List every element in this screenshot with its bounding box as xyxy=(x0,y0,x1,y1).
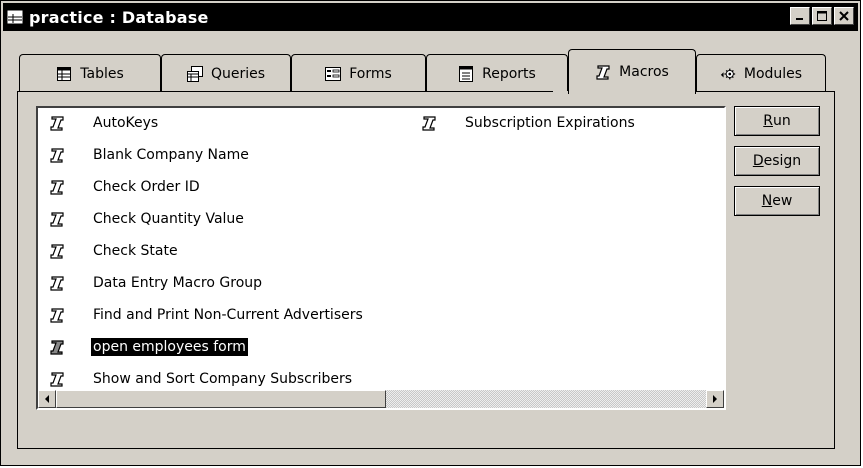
maximize-icon xyxy=(817,11,827,21)
query-icon xyxy=(186,65,203,82)
macro-icon xyxy=(48,242,66,260)
minimize-icon xyxy=(796,18,803,20)
database-window-icon[interactable] xyxy=(7,9,23,25)
list-item-label: Check Order ID xyxy=(93,179,200,195)
list-item[interactable]: Check Order ID xyxy=(48,176,202,198)
list-item-label: Subscription Expirations xyxy=(465,115,635,131)
database-window: practice : Database Tables Queries Forms… xyxy=(0,0,861,466)
list-item-label: Data Entry Macro Group xyxy=(93,275,263,291)
report-icon xyxy=(458,65,474,82)
title-bar[interactable]: practice : Database xyxy=(3,3,858,31)
list-item-label: AutoKeys xyxy=(93,115,159,131)
tab-label: Macros xyxy=(619,64,669,80)
list-item[interactable]: AutoKeys xyxy=(48,112,160,134)
scroll-right-button[interactable] xyxy=(706,390,724,408)
horizontal-scrollbar[interactable] xyxy=(38,390,724,408)
list-item[interactable]: Find and Print Non-Current Advertisers xyxy=(48,304,365,326)
design-label-rest: esign xyxy=(763,153,802,169)
list-item-selected[interactable]: open employees form xyxy=(48,336,248,358)
list-item[interactable]: Check Quantity Value xyxy=(48,208,246,230)
list-item-label: Find and Print Non-Current Advertisers xyxy=(93,307,363,323)
list-item[interactable]: Check State xyxy=(48,240,180,262)
form-icon xyxy=(325,66,342,82)
macro-icon xyxy=(420,114,438,132)
window-title: practice : Database xyxy=(29,7,209,27)
maximize-button[interactable] xyxy=(812,7,832,25)
close-button[interactable] xyxy=(834,7,854,25)
list-item-label: Blank Company Name xyxy=(93,147,249,163)
macro-icon xyxy=(48,114,66,132)
tab-forms[interactable]: Forms xyxy=(291,54,426,92)
macro-icon xyxy=(48,306,66,324)
scroll-right-arrow-icon xyxy=(713,395,717,403)
macro-list[interactable]: AutoKeys Blank Company Name Check Order … xyxy=(36,106,726,410)
list-item-label: open employees form xyxy=(91,338,248,356)
scroll-left-arrow-icon xyxy=(45,395,49,403)
new-button[interactable]: New xyxy=(734,186,820,216)
module-icon xyxy=(720,66,736,82)
list-item-label: Show and Sort Company Subscribers xyxy=(93,371,353,387)
tab-label: Forms xyxy=(349,65,392,82)
tab-macros[interactable]: Macros xyxy=(568,49,696,94)
list-item[interactable]: Show and Sort Company Subscribers xyxy=(48,368,354,390)
design-mnemonic: D xyxy=(752,153,764,169)
table-icon xyxy=(56,66,72,82)
tab-tables[interactable]: Tables xyxy=(19,54,161,92)
scroll-left-button[interactable] xyxy=(38,390,56,408)
list-item[interactable]: Subscription Expirations xyxy=(420,112,637,134)
tab-modules[interactable]: Modules xyxy=(696,54,826,92)
list-item[interactable]: Data Entry Macro Group xyxy=(48,272,264,294)
list-item[interactable]: Blank Company Name xyxy=(48,144,251,166)
tab-reports[interactable]: Reports xyxy=(426,54,568,92)
macro-icon xyxy=(595,64,611,80)
macros-pane: AutoKeys Blank Company Name Check Order … xyxy=(17,91,835,449)
tab-label: Queries xyxy=(210,65,266,82)
macro-icon xyxy=(48,210,66,228)
tab-queries[interactable]: Queries xyxy=(161,54,291,92)
new-mnemonic: N xyxy=(761,193,773,209)
macro-icon xyxy=(48,338,66,356)
tab-label: Reports xyxy=(482,65,536,82)
run-button[interactable]: Run xyxy=(734,106,820,136)
close-icon xyxy=(839,11,849,21)
scrollbar-thumb[interactable] xyxy=(56,390,386,408)
macro-icon xyxy=(48,370,66,388)
tab-label: Modules xyxy=(743,65,803,82)
list-item-label: Check Quantity Value xyxy=(93,211,244,227)
minimize-button[interactable] xyxy=(790,7,810,25)
macro-icon xyxy=(48,274,66,292)
tab-label: Tables xyxy=(80,65,124,82)
run-mnemonic: R xyxy=(763,113,773,129)
macro-icon xyxy=(48,178,66,196)
design-button[interactable]: Design xyxy=(734,146,820,176)
macro-icon xyxy=(48,146,66,164)
new-label-rest: ew xyxy=(772,193,793,209)
run-label-rest: un xyxy=(772,113,791,129)
list-item-label: Check State xyxy=(93,243,178,259)
